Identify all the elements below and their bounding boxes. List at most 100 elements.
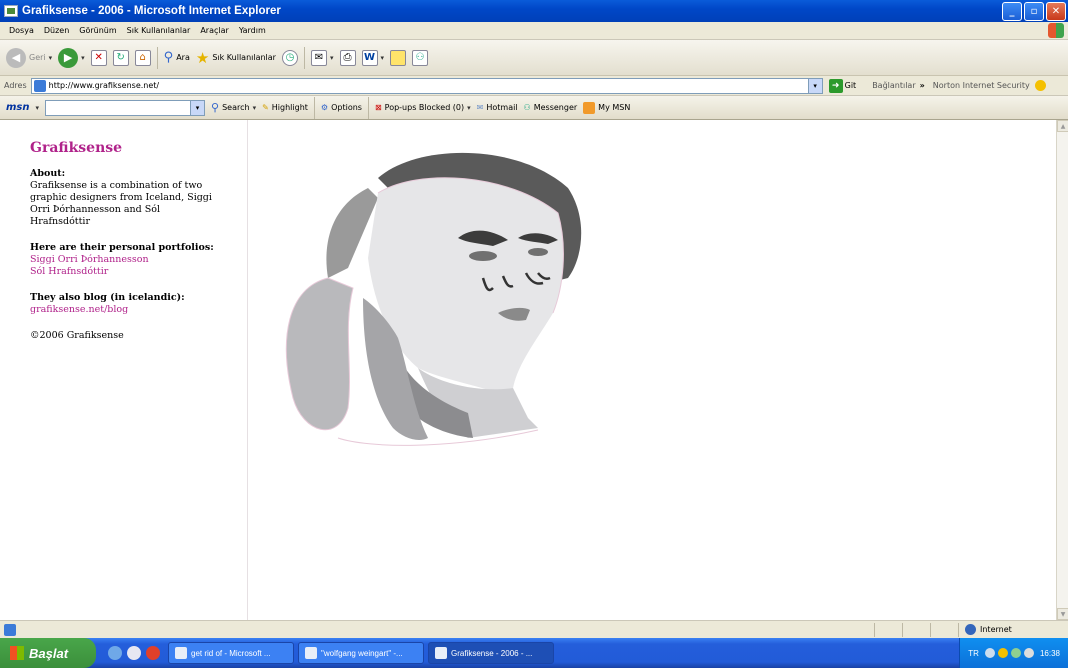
task-button-active[interactable]: Grafiksense - 2006 - ... xyxy=(428,642,554,664)
close-button[interactable]: ✕ xyxy=(1046,1,1066,21)
start-label: Başlat xyxy=(29,645,69,661)
refresh-icon[interactable]: ↻ xyxy=(112,49,129,66)
about-heading: About: xyxy=(30,168,66,179)
mail-button[interactable]: ✉ ▾ xyxy=(310,49,334,66)
menu-favorites[interactable]: Sık Kullanılanlar xyxy=(122,26,196,35)
back-button[interactable]: ◀ Geri ▾ xyxy=(6,47,53,68)
msn-search-dropdown-icon[interactable]: ▾ xyxy=(190,100,205,115)
vertical-scrollbar[interactable]: ▲ ▼ xyxy=(1056,120,1068,620)
clock[interactable]: 16:38 xyxy=(1040,649,1060,658)
portfolio-link-sol[interactable]: Sól Hrafnsdóttir xyxy=(30,266,247,278)
forward-dropdown-icon[interactable]: ▾ xyxy=(81,54,85,62)
print-icon[interactable]: ⎙ xyxy=(339,49,356,66)
popup-blocked-icon: ⊠ xyxy=(374,103,382,112)
msn-dropdown-icon[interactable]: ▾ xyxy=(36,104,40,112)
blog-link[interactable]: grafiksense.net/blog xyxy=(30,304,247,316)
menu-file[interactable]: Dosya xyxy=(4,26,39,35)
quick-launch xyxy=(108,646,160,660)
face-illustration xyxy=(285,152,582,446)
msn-logo[interactable]: msn xyxy=(6,102,30,113)
tray-app-icon[interactable] xyxy=(984,648,995,658)
ie-page-icon xyxy=(4,5,18,17)
toolbar-separator xyxy=(367,96,369,119)
start-button[interactable]: Başlat xyxy=(0,638,96,668)
scroll-down-icon[interactable]: ▼ xyxy=(1057,608,1068,620)
security-zone[interactable]: Internet xyxy=(958,622,1068,637)
norton-toolbar[interactable]: Norton Internet Security xyxy=(933,80,1047,91)
highlight-label: Highlight xyxy=(271,103,308,112)
status-panel xyxy=(930,622,958,637)
ie-window-icon xyxy=(175,647,187,659)
links-label[interactable]: Bağlantılar xyxy=(872,81,915,90)
edit-button[interactable]: W ▾ xyxy=(361,49,385,66)
messenger-label: Messenger xyxy=(533,103,578,112)
forward-button[interactable]: ▶ ▾ xyxy=(58,47,85,68)
stop-icon[interactable]: ✕ xyxy=(90,49,107,66)
status-panel xyxy=(874,622,902,637)
firefox-quicklaunch-icon[interactable] xyxy=(127,646,141,660)
back-arrow-icon: ◀ xyxy=(6,47,26,68)
portfolio-link-siggi[interactable]: Siggi Orri Þórhannesson xyxy=(30,254,247,266)
portfolios-section: Here are their personal portfolios: Sigg… xyxy=(30,242,247,278)
search-label: Ara xyxy=(176,53,190,62)
hotmail-button[interactable]: ✉ Hotmail xyxy=(477,103,518,112)
search-button[interactable]: ⚲ Ara xyxy=(164,50,190,65)
tray-volume-icon[interactable] xyxy=(1023,648,1034,658)
status-panels: Internet xyxy=(874,622,1068,637)
address-input[interactable]: http://www.grafiksense.net/ ▾ xyxy=(30,77,823,94)
mymsn-button[interactable]: My MSN xyxy=(583,101,630,114)
tray-network-icon[interactable] xyxy=(1010,648,1021,658)
go-label: Git xyxy=(844,81,857,90)
address-dropdown-icon[interactable]: ▾ xyxy=(807,78,822,93)
history-icon[interactable]: ◷ xyxy=(281,49,298,66)
note-icon[interactable] xyxy=(390,49,407,66)
task-button[interactable]: "wolfgang weingart" -... xyxy=(298,642,424,664)
sidebar: Grafiksense About: Grafiksense is a comb… xyxy=(0,120,248,620)
windows-flag-icon xyxy=(10,646,24,660)
msn-search-button[interactable]: ⚲ Search ▾ xyxy=(211,101,256,114)
title-bar: Grafiksense - 2006 - Microsoft Internet … xyxy=(0,0,1068,22)
menu-help[interactable]: Yardım xyxy=(234,26,271,35)
menu-view[interactable]: Görünüm xyxy=(74,26,121,35)
msn-search-input[interactable]: ▾ xyxy=(45,99,206,116)
maximize-button[interactable]: ▫ xyxy=(1024,1,1044,21)
about-section: About: Grafiksense is a combination of t… xyxy=(30,168,247,228)
toolbar-separator xyxy=(313,96,315,119)
search-icon: ⚲ xyxy=(211,101,220,114)
edit-dropdown-icon[interactable]: ▾ xyxy=(381,54,385,62)
go-button[interactable]: ➜ Git xyxy=(828,78,857,93)
popup-dropdown-icon[interactable]: ▾ xyxy=(467,104,471,112)
options-icon: ⚙ xyxy=(320,103,329,112)
copyright: ©2006 Grafiksense xyxy=(30,330,124,341)
popup-blocker-button[interactable]: ⊠ Pop-ups Blocked (0) ▾ xyxy=(375,103,471,112)
back-label: Geri xyxy=(29,53,46,62)
norton-icon xyxy=(1035,80,1047,91)
globe-icon xyxy=(965,624,976,635)
msn-search-menu-icon[interactable]: ▾ xyxy=(253,104,257,112)
mail-dropdown-icon[interactable]: ▾ xyxy=(330,54,334,62)
back-dropdown-icon[interactable]: ▾ xyxy=(49,54,53,62)
norton-label: Norton Internet Security xyxy=(932,81,1030,90)
favorites-label: Sık Kullanılanlar xyxy=(212,53,276,62)
messenger-button[interactable]: ⚇ Messenger xyxy=(524,103,578,112)
tray-app-icon[interactable] xyxy=(997,648,1008,658)
hotmail-label: Hotmail xyxy=(486,103,518,112)
options-button[interactable]: ⚙ Options xyxy=(321,103,362,112)
mail-icon: ✉ xyxy=(310,49,327,66)
scroll-up-icon[interactable]: ▲ xyxy=(1057,120,1068,132)
ie-window-icon xyxy=(435,647,447,659)
minimize-button[interactable]: _ xyxy=(1002,1,1022,21)
options-label: Options xyxy=(331,103,362,112)
home-icon[interactable]: ⌂ xyxy=(134,49,151,66)
highlight-button[interactable]: ✎ Highlight xyxy=(262,103,308,112)
task-button[interactable]: get rid of - Microsoft ... xyxy=(168,642,294,664)
links-chevron[interactable]: » xyxy=(920,81,925,90)
language-indicator[interactable]: TR xyxy=(968,649,979,658)
menu-edit[interactable]: Düzen xyxy=(39,26,74,35)
menu-tools[interactable]: Araçlar xyxy=(195,26,233,35)
favorites-button[interactable]: ★ Sık Kullanılanlar xyxy=(196,49,276,67)
opera-quicklaunch-icon[interactable] xyxy=(146,646,160,660)
messenger-buddy-icon: ⚇ xyxy=(523,103,531,112)
ie-quicklaunch-icon[interactable] xyxy=(108,646,122,660)
messenger-icon[interactable]: ⚇ xyxy=(412,49,429,66)
